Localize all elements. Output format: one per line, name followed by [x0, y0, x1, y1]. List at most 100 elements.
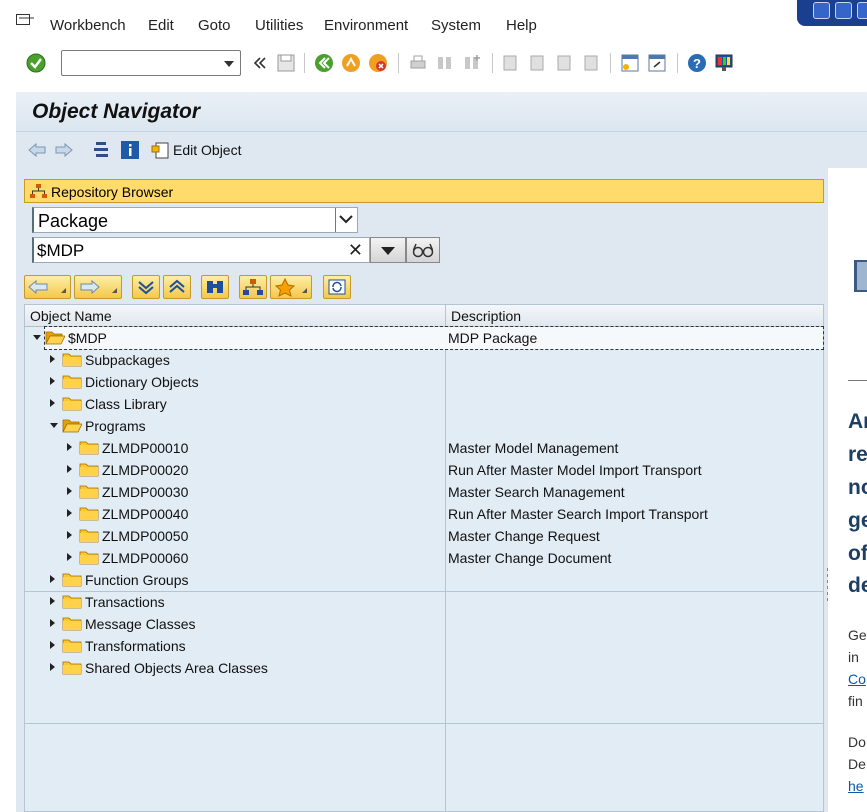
tree-row[interactable]: ZLMDP00040 Run After Master Search Import… — [25, 503, 823, 525]
last-page-icon[interactable] — [581, 53, 601, 73]
shortcut-icon[interactable] — [647, 53, 667, 73]
glasses-icon — [412, 243, 434, 258]
favorites-button[interactable] — [270, 275, 312, 299]
object-tree: Object Name Description $MDP MDP Package S… — [24, 304, 824, 812]
tree-row[interactable]: Class Library — [25, 393, 823, 415]
menu-environment[interactable]: Environment — [324, 17, 408, 34]
expanded-node-icon[interactable] — [50, 423, 58, 428]
repository-browser-header[interactable]: Repository Browser — [24, 179, 824, 203]
menu-goto[interactable]: Goto — [198, 17, 231, 34]
cancel-icon[interactable] — [368, 53, 388, 73]
edit-object-icon[interactable] — [150, 141, 170, 159]
history-dropdown-button[interactable] — [370, 237, 406, 263]
tree-row-description: Master Change Request — [448, 528, 600, 544]
object-name-input[interactable]: $MDP ✕ — [32, 237, 370, 263]
next-page-icon[interactable] — [554, 53, 574, 73]
minimize-button[interactable] — [813, 2, 830, 19]
tree-structure-icon — [30, 184, 47, 198]
clear-icon[interactable]: ✕ — [348, 240, 363, 261]
tree-row[interactable]: Function Groups — [25, 569, 823, 591]
tree-row[interactable]: Dictionary Objects — [25, 371, 823, 393]
tree-row[interactable]: Subpackages — [25, 349, 823, 371]
chevron-down-icon[interactable] — [224, 61, 234, 67]
close-window-button[interactable] — [857, 2, 867, 19]
collapsed-node-icon[interactable] — [50, 641, 55, 649]
customize-layout-icon[interactable] — [714, 53, 734, 73]
tree-row[interactable]: Shared Objects Area Classes — [25, 657, 823, 679]
object-type-select[interactable]: Package — [32, 207, 358, 233]
menu-edit[interactable]: Edit — [148, 17, 174, 34]
intro-link[interactable]: Co — [848, 671, 866, 687]
menu-workbench[interactable]: Workbench — [50, 17, 126, 34]
tree-row[interactable]: ZLMDP00020 Run After Master Model Import … — [25, 459, 823, 481]
svg-text:?: ? — [693, 56, 701, 71]
tree-row[interactable]: ZLMDP00060 Master Change Document — [25, 547, 823, 569]
arrow-right-icon[interactable] — [54, 141, 74, 159]
tree-row[interactable]: ZLMDP00030 Master Search Management — [25, 481, 823, 503]
double-chevron-left-icon[interactable] — [250, 53, 270, 73]
menu-icon[interactable] — [16, 14, 34, 28]
maximize-button[interactable] — [835, 2, 852, 19]
collapsed-node-icon[interactable] — [50, 619, 55, 627]
collapsed-node-icon[interactable] — [67, 465, 72, 473]
column-header-description[interactable]: Description — [451, 308, 521, 324]
hierarchy-button[interactable] — [239, 275, 267, 299]
collapsed-node-icon[interactable] — [67, 487, 72, 495]
menu-system[interactable]: System — [431, 17, 481, 34]
help-icon[interactable]: ? — [687, 53, 707, 73]
help-link[interactable]: he — [848, 778, 864, 794]
object-name-value: $MDP — [37, 241, 85, 260]
previous-object-button[interactable] — [24, 275, 71, 299]
next-object-button[interactable] — [74, 275, 122, 299]
folder-icon — [79, 485, 99, 499]
previous-page-icon[interactable] — [527, 53, 547, 73]
tree-row[interactable]: Transactions — [25, 591, 823, 613]
exit-icon[interactable] — [341, 53, 361, 73]
find-icon[interactable] — [435, 53, 455, 73]
tree-row[interactable]: ZLMDP00050 Master Change Request — [25, 525, 823, 547]
info-icon[interactable] — [120, 141, 140, 159]
collapsed-node-icon[interactable] — [50, 575, 55, 583]
expand-all-button[interactable] — [132, 275, 160, 299]
column-header-object-name[interactable]: Object Name — [30, 308, 112, 324]
print-icon[interactable] — [408, 53, 428, 73]
tree-row[interactable]: Message Classes — [25, 613, 823, 635]
menu-help[interactable]: Help — [506, 17, 537, 34]
collapsed-node-icon[interactable] — [50, 377, 55, 385]
collapsed-node-icon[interactable] — [50, 399, 55, 407]
collapsed-node-icon[interactable] — [50, 663, 55, 671]
display-button[interactable] — [406, 237, 440, 263]
collapsed-node-icon[interactable] — [50, 597, 55, 605]
folder-icon — [62, 661, 82, 675]
collapsed-node-icon[interactable] — [50, 355, 55, 363]
tree-row-name: ZLMDP00050 — [102, 528, 189, 544]
enter-check-icon[interactable] — [26, 53, 46, 73]
chevron-down-icon[interactable] — [335, 208, 357, 232]
find-next-icon[interactable] — [462, 53, 482, 73]
collapsed-node-icon[interactable] — [67, 553, 72, 561]
command-field[interactable] — [61, 50, 241, 76]
arrow-left-icon[interactable] — [27, 141, 47, 159]
collapse-all-button[interactable] — [163, 275, 191, 299]
tree-row[interactable]: $MDP MDP Package — [33, 326, 824, 350]
new-session-icon[interactable] — [620, 53, 640, 73]
tree-row-name: ZLMDP00060 — [102, 550, 189, 566]
tree-row[interactable]: ZLMDP00010 Master Model Management — [25, 437, 823, 459]
tree-row[interactable]: Programs — [25, 415, 823, 437]
refresh-button[interactable] — [323, 275, 351, 299]
save-icon[interactable] — [276, 53, 296, 73]
back-icon[interactable] — [314, 53, 334, 73]
edit-object-button[interactable]: Edit Object — [173, 142, 241, 158]
find-button[interactable] — [201, 275, 229, 299]
menu-utilities[interactable]: Utilities — [255, 17, 303, 34]
tree-row-description: Run After Master Model Import Transport — [448, 462, 702, 478]
document-icon — [854, 260, 867, 292]
collapsed-node-icon[interactable] — [67, 509, 72, 517]
collapsed-node-icon[interactable] — [67, 531, 72, 539]
collapsed-node-icon[interactable] — [67, 443, 72, 451]
expanded-node-icon[interactable] — [33, 335, 41, 340]
tree-row[interactable]: Transformations — [25, 635, 823, 657]
page-title: Object Navigator — [32, 100, 201, 123]
hierarchy-icon[interactable] — [92, 141, 112, 159]
first-page-icon[interactable] — [500, 53, 520, 73]
